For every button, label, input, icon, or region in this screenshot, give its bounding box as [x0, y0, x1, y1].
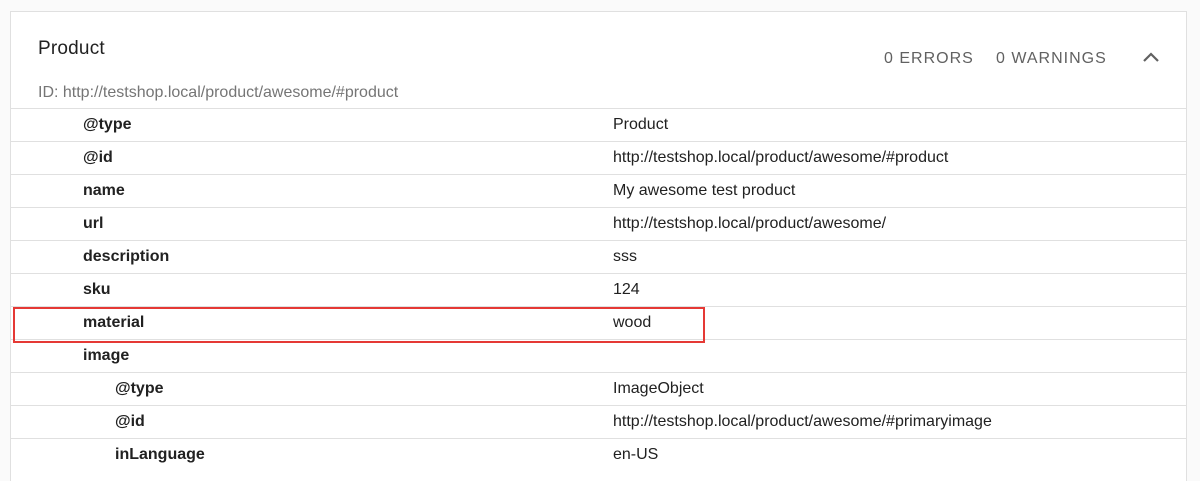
- warnings-count[interactable]: 0 WARNINGS: [996, 50, 1107, 68]
- property-value: http://testshop.local/product/awesome/#p…: [613, 413, 992, 430]
- property-key: material: [83, 314, 145, 331]
- property-value: My awesome test product: [613, 182, 796, 199]
- property-key: @id: [115, 413, 145, 430]
- property-key: url: [83, 215, 104, 232]
- property-value: http://testshop.local/product/awesome/#p…: [613, 149, 949, 166]
- property-value: http://testshop.local/product/awesome/: [613, 215, 887, 232]
- table-row: image: [11, 339, 1186, 372]
- table-row: @id http://testshop.local/product/awesom…: [11, 141, 1186, 174]
- property-key: name: [83, 182, 125, 199]
- entity-title: Product: [38, 38, 105, 59]
- table-row-nested: @type ImageObject: [11, 372, 1186, 405]
- property-key: @id: [83, 149, 113, 166]
- property-value: 124: [613, 281, 640, 298]
- property-key: inLanguage: [115, 446, 205, 463]
- table-row: @type Product: [11, 108, 1186, 141]
- property-value: en-US: [613, 446, 659, 463]
- table-row: name My awesome test product: [11, 174, 1186, 207]
- property-key: description: [83, 248, 170, 265]
- table-row-highlighted: material wood: [11, 306, 1186, 339]
- table-row: url http://testshop.local/product/awesom…: [11, 207, 1186, 240]
- property-value: wood: [613, 314, 652, 331]
- table-row-nested: inLanguage en-US: [11, 438, 1186, 471]
- property-key: @type: [83, 116, 132, 133]
- property-key: sku: [83, 281, 111, 298]
- collapse-button[interactable]: [1138, 46, 1164, 68]
- property-value: Product: [613, 116, 669, 133]
- table-row: description sss: [11, 240, 1186, 273]
- property-value: ImageObject: [613, 380, 704, 397]
- property-key: @type: [115, 380, 164, 397]
- chevron-up-icon: [1143, 52, 1159, 62]
- table-row-nested: @id http://testshop.local/product/awesom…: [11, 405, 1186, 438]
- errors-count[interactable]: 0 ERRORS: [884, 50, 974, 68]
- structured-data-card: Product 0 ERRORS 0 WARNINGS ID: http://t…: [10, 11, 1187, 481]
- table-row: sku 124: [11, 273, 1186, 306]
- property-value: sss: [613, 248, 637, 265]
- property-table: @type Product @id http://testshop.local/…: [11, 108, 1186, 471]
- entity-id: ID: http://testshop.local/product/awesom…: [38, 84, 399, 101]
- property-key: image: [83, 347, 130, 364]
